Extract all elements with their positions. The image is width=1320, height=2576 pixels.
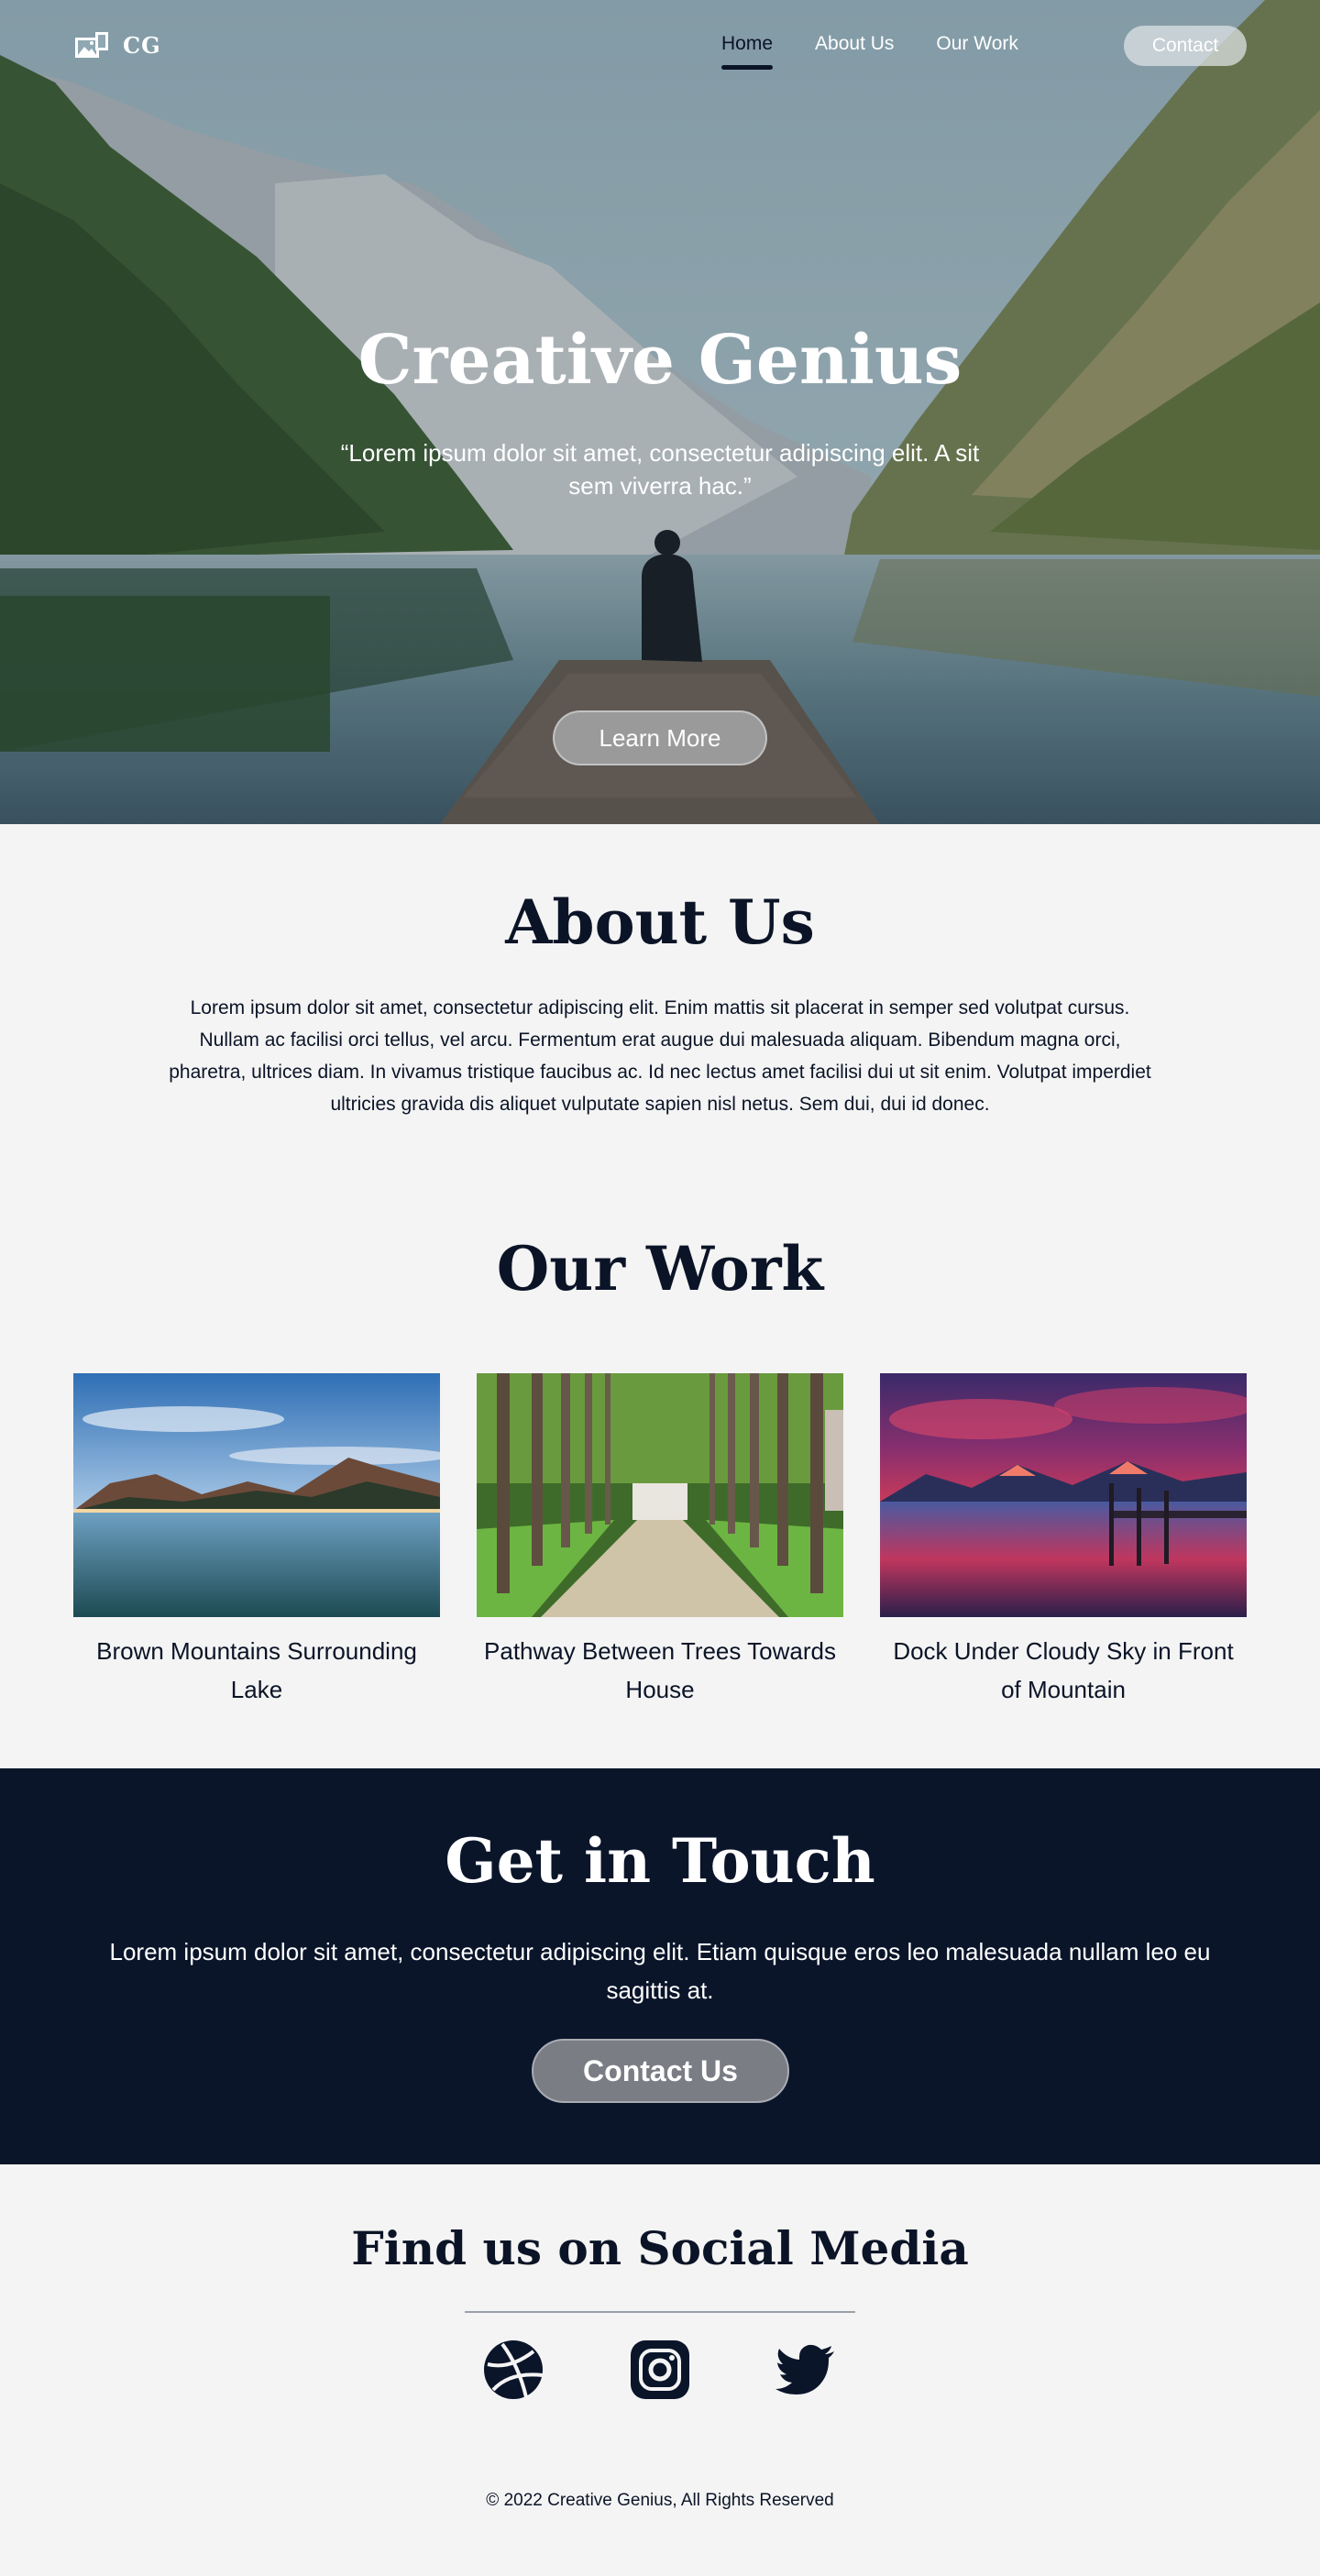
social-section: Find us on Social Media © 2022 Creative …: [0, 2164, 1320, 2576]
hero-section: CG Home About Us Our Work Contact Creati…: [0, 0, 1320, 824]
hero-background-image: [0, 0, 1320, 824]
nav-link-home[interactable]: Home: [721, 33, 774, 70]
work-caption-3: Dock Under Cloudy Sky in Front of Mounta…: [893, 1637, 1234, 1703]
nav-links: Home About Us Our Work: [721, 33, 1018, 70]
contact-us-button[interactable]: Contact Us: [532, 2039, 789, 2103]
nav-contact-button[interactable]: Contact: [1124, 26, 1247, 66]
social-title: Find us on Social Media: [351, 2221, 969, 2275]
work-card-2[interactable]: Pathway Between Trees Towards House: [477, 1373, 843, 1709]
about-section: About Us Lorem ipsum dolor sit amet, con…: [0, 824, 1320, 1172]
logo-text: CG: [123, 31, 161, 59]
divider: [465, 2311, 855, 2313]
logo[interactable]: CG: [73, 30, 161, 60]
work-title: Our Work: [496, 1233, 824, 1305]
work-caption-1: Brown Mountains Surrounding Lake: [96, 1637, 417, 1703]
copyright-text: © 2022 Creative Genius, All Rights Reser…: [486, 2491, 834, 2510]
contact-text: Lorem ipsum dolor sit amet, consectetur …: [109, 1938, 1211, 2004]
hero-title: Creative Genius: [358, 321, 962, 400]
gallery-logo-icon: [75, 32, 108, 58]
work-card-1[interactable]: Brown Mountains Surrounding Lake: [73, 1373, 440, 1709]
work-image-tree-pathway: [477, 1373, 843, 1617]
work-card-3[interactable]: Dock Under Cloudy Sky in Front of Mounta…: [880, 1373, 1247, 1709]
about-text: Lorem ipsum dolor sit amet, consectetur …: [169, 997, 1151, 1115]
contact-section: Get in Touch Lorem ipsum dolor sit amet,…: [0, 1768, 1320, 2164]
work-section: Our Work Brown Mountains Surrounding Lak…: [0, 1172, 1320, 1768]
work-caption-2: Pathway Between Trees Towards House: [484, 1637, 836, 1703]
work-image-mountain-lake: [73, 1373, 440, 1617]
top-navigation: CG Home About Us Our Work Contact: [0, 0, 1320, 92]
twitter-icon[interactable]: [776, 2339, 838, 2401]
dribbble-icon[interactable]: [482, 2339, 544, 2401]
learn-more-button[interactable]: Learn More: [553, 710, 767, 765]
contact-title: Get in Touch: [445, 1825, 875, 1897]
nav-link-our-work[interactable]: Our Work: [936, 33, 1018, 68]
hero-quote: “Lorem ipsum dolor sit amet, consectetur…: [340, 439, 980, 500]
instagram-icon[interactable]: [629, 2339, 691, 2401]
about-title: About Us: [505, 886, 815, 958]
nav-link-about-us[interactable]: About Us: [815, 33, 894, 68]
work-image-dock-sunset: [880, 1373, 1247, 1617]
